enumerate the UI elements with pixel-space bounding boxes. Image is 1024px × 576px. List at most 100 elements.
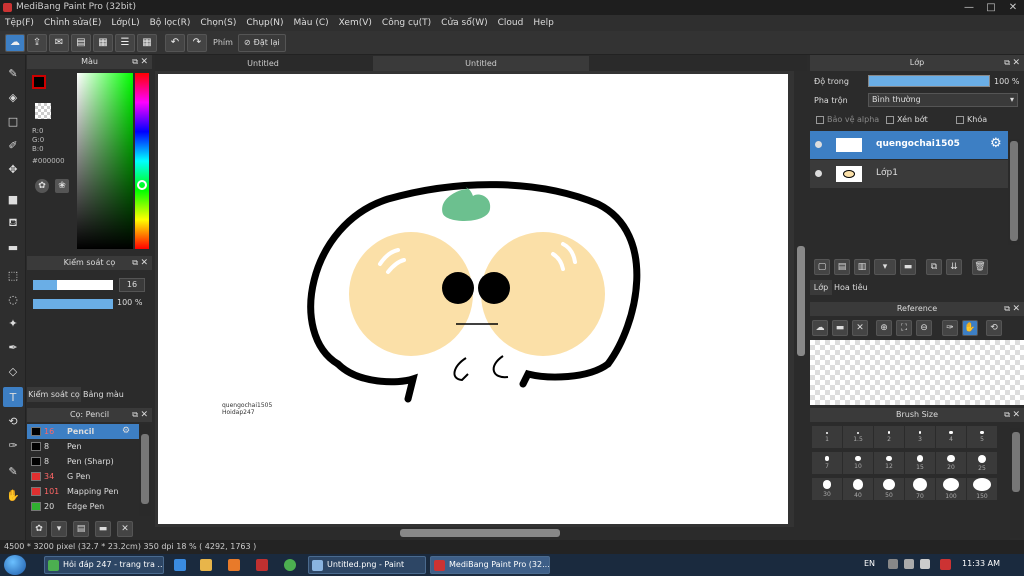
brush-menu-icon[interactable]: ▾ bbox=[51, 521, 67, 537]
hue-handle[interactable] bbox=[137, 180, 147, 190]
brush-size-option[interactable]: 20 bbox=[936, 452, 966, 474]
tab-untitled-2[interactable]: Untitled bbox=[373, 56, 589, 71]
hand-tool-icon[interactable]: ✋ bbox=[3, 485, 23, 505]
brush-size-option[interactable]: 5 bbox=[967, 426, 997, 448]
start-button[interactable] bbox=[4, 555, 26, 575]
redo-icon[interactable]: ↷ bbox=[187, 33, 207, 52]
brush-page-icon[interactable]: ▤ bbox=[73, 521, 89, 537]
brush-size-option[interactable]: 150 bbox=[967, 478, 997, 500]
layer-list-scrollbar[interactable] bbox=[1008, 139, 1020, 245]
cloud-icon[interactable]: ☁ bbox=[5, 33, 25, 52]
palette-icon[interactable]: ✿ bbox=[35, 179, 49, 193]
brush-size-option[interactable]: 10 bbox=[843, 452, 873, 474]
comment-icon[interactable]: ✉ bbox=[49, 33, 69, 52]
hue-slider[interactable] bbox=[135, 73, 149, 249]
canvas-horizontal-scrollbar[interactable] bbox=[155, 527, 794, 539]
zoom-out-icon[interactable]: ⊖ bbox=[916, 320, 932, 336]
layer-settings-gear-icon[interactable]: ⚙ bbox=[990, 136, 1002, 151]
protect-alpha-checkbox[interactable]: Bảo vệ alpha bbox=[816, 115, 879, 124]
brush-size-option[interactable]: 100 bbox=[936, 478, 966, 500]
menu-window[interactable]: Cửa sổ(W) bbox=[436, 18, 492, 28]
eyedropper-icon[interactable]: ✑ bbox=[942, 320, 958, 336]
layer-item-lop1[interactable]: Lớp1 bbox=[810, 160, 1008, 188]
canvas-vertical-scrollbar[interactable] bbox=[794, 71, 807, 539]
brush-tool-icon[interactable]: ✎ bbox=[3, 63, 23, 83]
menu-select[interactable]: Chọn(S) bbox=[195, 18, 241, 28]
brush-item-pen-sharp[interactable]: 8 Pen (Sharp) bbox=[27, 454, 139, 469]
brush-size-option[interactable]: 4 bbox=[936, 426, 966, 448]
brush-size-option[interactable]: 40 bbox=[843, 478, 873, 500]
document-icon[interactable]: ▦ bbox=[93, 33, 113, 52]
close-icon[interactable]: ✕ bbox=[140, 408, 148, 422]
volume-icon[interactable] bbox=[920, 559, 930, 569]
tray-arrow-icon[interactable] bbox=[888, 559, 898, 569]
tab-untitled-1[interactable]: Untitled bbox=[155, 56, 371, 71]
select-tool-icon[interactable]: ⬚ bbox=[3, 265, 23, 285]
eraser-tool-icon[interactable]: ◈ bbox=[3, 87, 23, 107]
share-icon[interactable]: ⇪ bbox=[27, 33, 47, 52]
add-brush-icon[interactable]: ✿ bbox=[31, 521, 47, 537]
new-halftone-layer-icon[interactable]: ▤ bbox=[834, 259, 850, 275]
rect-tool-icon[interactable]: □ bbox=[3, 111, 23, 131]
cloud-download-icon[interactable]: ☁ bbox=[812, 320, 828, 336]
rotate-icon[interactable]: ⟲ bbox=[986, 320, 1002, 336]
pin-icon[interactable]: ⧉ bbox=[1004, 408, 1010, 422]
new-8bit-layer-icon[interactable]: ▥ bbox=[854, 259, 870, 275]
open-folder-icon[interactable]: ▬ bbox=[832, 320, 848, 336]
minimize-button[interactable]: — bbox=[958, 0, 980, 15]
brush-item-edge-pen[interactable]: 20 Edge Pen bbox=[27, 499, 139, 514]
app-red-icon[interactable] bbox=[256, 559, 268, 571]
close-icon[interactable]: ✕ bbox=[140, 256, 148, 270]
taskbar-item-chrome[interactable]: Hỏi đáp 247 - trang tra ... bbox=[44, 556, 164, 574]
undo-icon[interactable]: ↶ bbox=[165, 33, 185, 52]
brush-list-scrollbar[interactable] bbox=[139, 424, 151, 516]
brush-size-option[interactable]: 2 bbox=[874, 426, 904, 448]
chrome-icon[interactable] bbox=[284, 559, 296, 571]
fit-icon[interactable]: ⛶ bbox=[896, 320, 912, 336]
brush-item-pencil[interactable]: 16 Pencil ⚙ bbox=[27, 424, 139, 439]
lasso-tool-icon[interactable]: ◌ bbox=[3, 289, 23, 309]
pin-icon[interactable]: ⧉ bbox=[132, 55, 138, 69]
brush-size-option[interactable]: 15 bbox=[905, 452, 935, 474]
tab-brush-control[interactable]: Kiểm soát cọ bbox=[27, 387, 81, 402]
layer-opacity-slider[interactable] bbox=[868, 75, 990, 87]
merge-layer-icon[interactable]: ⇊ bbox=[946, 259, 962, 275]
grid-icon[interactable]: ▦ bbox=[137, 33, 157, 52]
menu-tools[interactable]: Công cụ(T) bbox=[377, 18, 436, 28]
pin-icon[interactable]: ⧉ bbox=[1004, 55, 1010, 71]
delete-layer-icon[interactable]: 🗑 bbox=[972, 259, 988, 275]
tab-layer[interactable]: Lớp bbox=[810, 280, 832, 295]
bucket-tool-icon[interactable]: ⛾ bbox=[3, 213, 23, 233]
pin-icon[interactable]: ⧉ bbox=[1004, 302, 1010, 316]
transparent-color[interactable] bbox=[35, 103, 51, 119]
select-eraser-icon[interactable]: ◇ bbox=[3, 361, 23, 381]
operation-tool-icon[interactable]: ⟲ bbox=[3, 411, 23, 431]
menu-color[interactable]: Màu (C) bbox=[289, 18, 334, 28]
brush-size-option[interactable]: 30 bbox=[812, 478, 842, 500]
close-icon[interactable]: ✕ bbox=[1012, 408, 1020, 422]
zoom-in-icon[interactable]: ⊕ bbox=[876, 320, 892, 336]
close-reference-icon[interactable]: ✕ bbox=[852, 320, 868, 336]
brush-size-option[interactable]: 7 bbox=[812, 452, 842, 474]
menu-layer[interactable]: Lớp(L) bbox=[106, 18, 144, 28]
visibility-eye-icon[interactable] bbox=[815, 170, 822, 177]
lock-checkbox[interactable]: Khóa bbox=[956, 115, 987, 124]
fill-rect-tool-icon[interactable]: ■ bbox=[3, 189, 23, 209]
maximize-button[interactable]: □ bbox=[980, 0, 1002, 15]
close-icon[interactable]: ✕ bbox=[140, 55, 148, 69]
hand-icon[interactable]: ✋ bbox=[962, 320, 978, 336]
palette-settings-icon[interactable]: ❀ bbox=[55, 179, 69, 193]
pin-icon[interactable]: ⧉ bbox=[132, 256, 138, 270]
eyedropper-icon[interactable]: ✎ bbox=[3, 461, 23, 481]
language-indicator[interactable]: EN bbox=[864, 559, 875, 568]
tab-color-palette[interactable]: Bảng màu bbox=[83, 387, 124, 402]
brush-size-option[interactable]: 12 bbox=[874, 452, 904, 474]
pen-tool-icon[interactable]: ✐ bbox=[3, 135, 23, 155]
close-button[interactable]: ✕ bbox=[1002, 0, 1024, 15]
app-v-icon[interactable] bbox=[940, 559, 951, 570]
taskbar-item-medibang[interactable]: MediBang Paint Pro (32... bbox=[430, 556, 550, 574]
brush-size-option[interactable]: 1.5 bbox=[843, 426, 873, 448]
menu-view[interactable]: Xem(V) bbox=[334, 18, 377, 28]
brush-opacity-slider[interactable] bbox=[33, 299, 113, 309]
brush-size-scrollbar[interactable] bbox=[1010, 428, 1022, 538]
